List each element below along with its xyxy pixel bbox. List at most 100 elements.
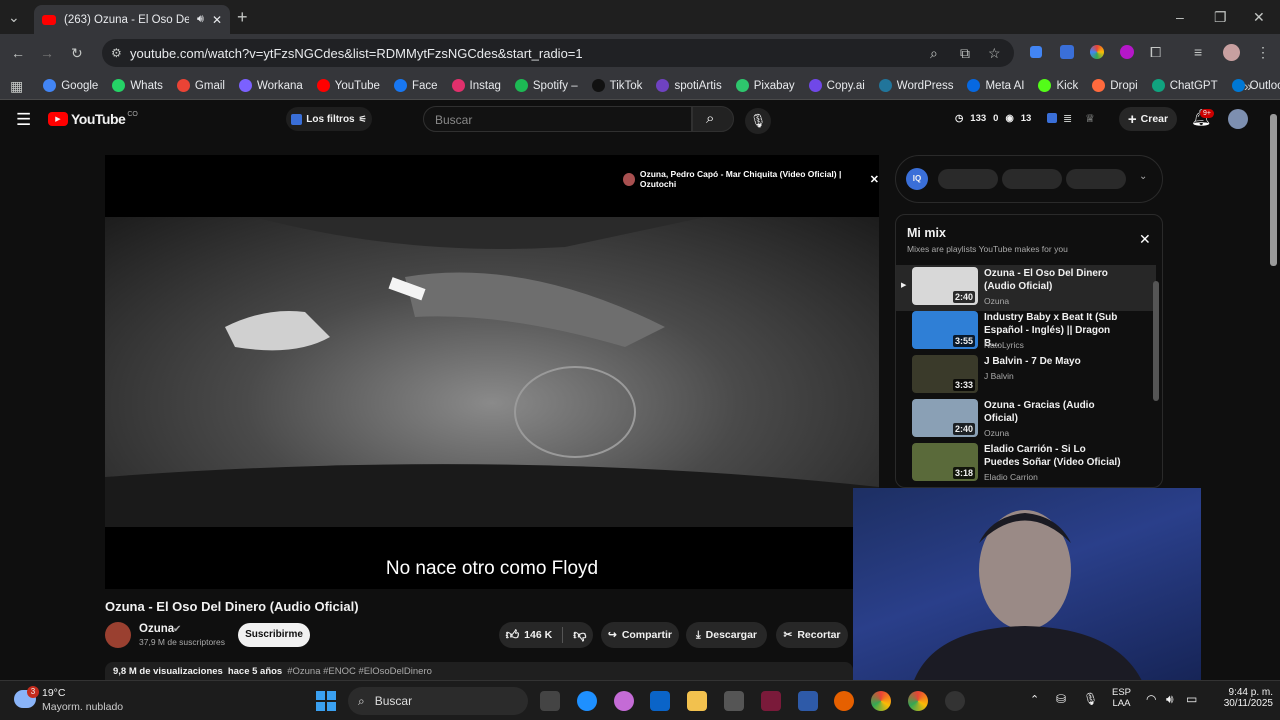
tab-active[interactable]: (263) Ozuna - El Oso Del Di 🔊︎ ✕ <box>34 5 230 34</box>
back-icon[interactable]: ← <box>11 46 25 60</box>
copilot-icon[interactable] <box>614 691 634 711</box>
like-icon[interactable]: 👍︎ <box>506 627 520 643</box>
bookmark-item[interactable]: YouTube <box>316 79 380 92</box>
window-close-icon[interactable]: ✕ <box>1253 10 1265 24</box>
clip-button[interactable]: ✂ Recortar <box>776 622 848 648</box>
bookmark-item[interactable]: Spotify – <box>514 79 578 92</box>
reload-icon[interactable]: ↻ <box>71 46 83 60</box>
extension-download-icon[interactable] <box>1120 45 1134 59</box>
bookmark-star-icon[interactable]: ☆ <box>988 46 1001 60</box>
app-pink-icon[interactable] <box>761 691 781 711</box>
bookmark-item[interactable]: Gmail <box>176 79 225 92</box>
list-icon[interactable]: ≣ <box>1063 112 1072 126</box>
tab-close-icon[interactable]: ✕ <box>212 13 222 27</box>
apps-grid-icon[interactable]: ▦ <box>10 79 23 93</box>
more-bookmarks-icon[interactable]: » <box>1244 79 1252 93</box>
clock[interactable]: 9:44 p. m. 30/11/2025 <box>1213 687 1273 709</box>
search-button[interactable]: ⌕ <box>692 106 734 132</box>
tray-app-icon[interactable]: ⛁ <box>1056 692 1066 706</box>
media-control-icon[interactable]: ≡ <box>1194 45 1202 59</box>
tab-search-icon[interactable]: ⌄ <box>8 10 20 24</box>
task-view-icon[interactable] <box>540 691 560 711</box>
windows-start-icon[interactable] <box>316 691 336 711</box>
extensions-puzzle-icon[interactable]: ⧠ <box>1150 45 1161 59</box>
bookmark-item[interactable]: ChatGPT <box>1151 79 1218 92</box>
address-bar[interactable]: ⚙ youtube.com/watch?v=ytFzsNGCdes&list=R… <box>102 39 1014 67</box>
volume-icon[interactable]: 🔊︎ <box>1166 692 1174 707</box>
extension-tag-icon[interactable] <box>1030 46 1042 58</box>
profile-avatar[interactable] <box>1223 44 1240 61</box>
bookmark-item[interactable]: Google <box>43 79 98 92</box>
site-info-icon[interactable]: ⚙ <box>111 46 122 60</box>
extension-color-icon[interactable] <box>1090 45 1104 59</box>
bookmark-item[interactable]: Instag <box>451 79 501 92</box>
mix-item[interactable]: 2:40 Ozuna - Gracias (Audio Oficial) Ozuna <box>896 397 1156 443</box>
extension-chip-2[interactable] <box>1002 169 1062 189</box>
share-button[interactable]: ↪ Compartir <box>601 622 679 648</box>
edge-icon[interactable] <box>577 691 597 711</box>
mix-thumbnail[interactable]: 2:40 <box>912 267 978 305</box>
new-tab-icon[interactable]: + <box>237 8 248 26</box>
filters-button[interactable]: Los filtros ⚟ <box>286 107 372 131</box>
chevron-down-icon[interactable]: ⌄ <box>1139 171 1147 182</box>
hamburger-menu-icon[interactable]: ☰ <box>16 111 31 128</box>
account-avatar[interactable] <box>1228 109 1248 129</box>
like-count[interactable]: 146 K <box>524 629 552 641</box>
iq-logo-icon[interactable]: IQ <box>906 168 928 190</box>
mix-item-title[interactable]: J Balvin - 7 De Mayo <box>984 355 1124 368</box>
mix-thumbnail[interactable]: 3:33 <box>912 355 978 393</box>
overlay-close-icon[interactable]: ✕ <box>870 173 879 186</box>
bookmark-item[interactable]: Outlook <box>1231 79 1280 92</box>
tray-chevron-icon[interactable]: ⌃ <box>1030 693 1039 706</box>
battery-icon[interactable]: ▭ <box>1186 692 1197 706</box>
zoom-icon[interactable]: ⌕ <box>930 46 938 60</box>
chrome-icon[interactable] <box>871 691 891 711</box>
subscribe-button[interactable]: Suscribirme <box>238 623 310 647</box>
install-icon[interactable]: ⧉ <box>960 46 970 60</box>
youtube-logo[interactable]: ▶ YouTube CO <box>48 111 138 127</box>
mix-item-title[interactable]: Eladio Carrión - Si Lo Puedes Soñar (Vid… <box>984 443 1124 469</box>
extension-chip-1[interactable] <box>938 169 998 189</box>
iq-badge-icon[interactable] <box>1047 113 1057 123</box>
bookmark-item[interactable]: TikTok <box>591 79 642 92</box>
audio-playing-icon[interactable]: 🔊︎ <box>197 13 204 26</box>
search-input[interactable]: Buscar <box>423 106 692 132</box>
bookmark-item[interactable]: Copy.ai <box>808 79 865 92</box>
minimize-icon[interactable]: – <box>1176 10 1184 24</box>
chrome-menu-icon[interactable]: ⋮ <box>1256 45 1270 59</box>
mix-item-title[interactable]: Ozuna - El Oso Del Dinero (Audio Oficial… <box>984 267 1124 293</box>
store-icon[interactable] <box>650 691 670 711</box>
page-scrollbar[interactable] <box>1270 114 1277 266</box>
mix-item-title[interactable]: Ozuna - Gracias (Audio Oficial) <box>984 399 1124 425</box>
download-button[interactable]: ⤓ Descargar <box>686 622 767 648</box>
obs-icon[interactable] <box>945 691 965 711</box>
description-box[interactable]: 9,8 M de visualizaciones hace 5 años #Oz… <box>105 662 853 682</box>
bookmark-item[interactable]: Workana <box>238 79 303 92</box>
mix-thumbnail[interactable]: 3:18 <box>912 443 978 481</box>
bookmark-item[interactable]: WordPress <box>878 79 953 92</box>
mix-item[interactable]: 3:55 Industry Baby x Beat It (Sub Español… <box>896 309 1156 355</box>
next-video-overlay[interactable]: Ozuna, Pedro Capó - Mar Chiquita (Video … <box>623 169 879 189</box>
mix-thumbnail[interactable]: 2:40 <box>912 399 978 437</box>
taskbar-search[interactable]: ⌕ Buscar <box>348 687 528 715</box>
channel-avatar[interactable] <box>105 622 131 648</box>
bookmark-item[interactable]: Face <box>393 79 438 92</box>
snipping-tool-icon[interactable] <box>798 691 818 711</box>
extension-iq-icon[interactable] <box>1060 45 1074 59</box>
app-cube-icon[interactable] <box>724 691 744 711</box>
language-indicator[interactable]: ESP LAA <box>1112 687 1131 709</box>
create-button[interactable]: + Crear <box>1119 107 1177 131</box>
tray-mic-icon[interactable]: 🎙︎ <box>1083 692 1098 706</box>
video-player[interactable]: Ozuna, Pedro Capó - Mar Chiquita (Video … <box>105 155 879 589</box>
bookmark-item[interactable]: Pixabay <box>735 79 795 92</box>
bookmark-item[interactable]: spotiArtis <box>656 79 722 92</box>
mix-item[interactable]: ▶ 2:40 Ozuna - El Oso Del Dinero (Audio Of… <box>896 265 1156 311</box>
mix-scrollbar[interactable] <box>1153 281 1159 401</box>
file-explorer-icon[interactable] <box>687 691 707 711</box>
bookmark-item[interactable]: Whats <box>112 79 163 92</box>
mix-item[interactable]: 3:33 J Balvin - 7 De Mayo J Balvin <box>896 353 1156 399</box>
extension-chip-3[interactable] <box>1066 169 1126 189</box>
channel-name[interactable]: Ozuna <box>139 623 174 635</box>
forward-icon[interactable]: → <box>40 46 54 60</box>
dislike-icon[interactable]: 👎︎ <box>573 627 586 643</box>
